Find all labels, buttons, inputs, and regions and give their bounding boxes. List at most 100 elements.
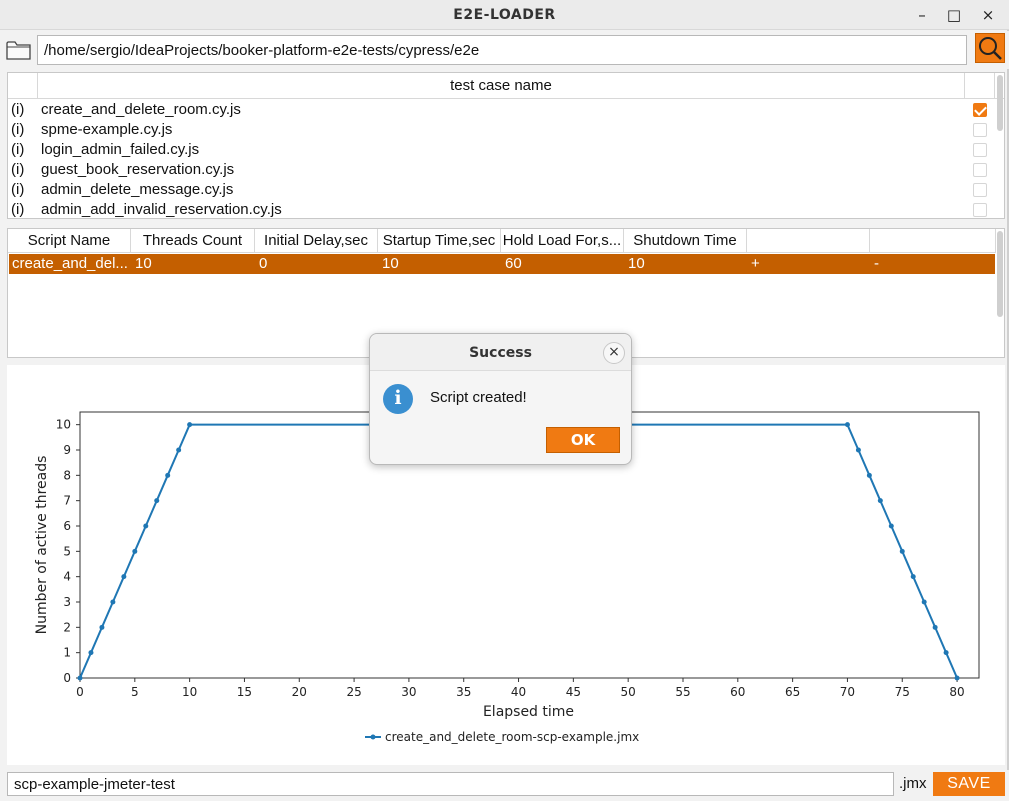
x-tick-label: 5 [131,685,139,699]
list-item[interactable]: (i) admin_delete_message.cy.js [8,180,995,200]
data-point [165,472,171,478]
list-item[interactable]: (i) guest_book_reservation.cy.js [8,160,995,180]
x-tick-label: 80 [949,685,964,699]
extension-label: .jmx [899,775,927,792]
dialog-title: Success [469,345,532,361]
data-point [932,624,938,630]
test-case-checkbox[interactable] [973,143,987,157]
test-case-name: login_admin_failed.cy.js [41,141,200,158]
close-button[interactable]: × [977,4,999,26]
table-row[interactable]: create_and_del... 10 0 10 60 10 + - [9,254,995,274]
y-tick-label: 1 [63,646,71,660]
y-tick-label: 10 [56,418,71,432]
search-button[interactable] [975,33,1005,63]
x-tick-label: 65 [785,685,800,699]
title-bar: E2E-LOADER – □ × [0,0,1009,30]
test-case-checkbox[interactable] [973,183,987,197]
add-column-header[interactable] [747,229,870,253]
shutdown-time-cell: 10 [628,255,645,272]
x-tick-label: 0 [76,685,84,699]
x-tick-label: 50 [621,685,636,699]
test-case-checkbox[interactable] [973,203,987,217]
script-config-header: Script Name Threads Count Initial Delay,se… [8,229,996,253]
y-tick-label: 0 [63,671,71,685]
initial-delay-header[interactable]: Initial Delay,sec [255,229,378,253]
test-case-name: admin_add_invalid_reservation.cy.js [41,201,282,218]
y-axis-label: Number of active threads [34,456,50,635]
list-item[interactable]: (i) spme-example.cy.js [8,120,995,140]
data-point [888,523,894,529]
x-tick-label: 60 [730,685,745,699]
data-point [143,523,149,529]
test-case-name: admin_delete_message.cy.js [41,181,234,198]
y-tick-label: 2 [63,620,71,634]
x-tick-label: 70 [840,685,855,699]
test-cases-table: test case name (i) create_and_delete_room… [7,72,1005,219]
x-tick-label: 25 [346,685,361,699]
tests-scrollbar[interactable] [997,75,1003,131]
legend-label: create_and_delete_room-scp-example.jmx [385,730,639,744]
y-tick-label: 8 [63,468,71,482]
minimize-button[interactable]: – [911,4,933,26]
test-case-checkbox[interactable] [973,123,987,137]
test-case-checkbox[interactable] [973,103,987,117]
info-marker: (i) [11,201,25,218]
legend-marker [370,734,376,740]
y-tick-label: 4 [63,570,71,584]
data-point [132,548,138,554]
info-marker: (i) [11,121,25,138]
data-point [99,624,105,630]
remove-row-button[interactable]: - [874,255,879,272]
dialog-header: Success × [370,334,631,371]
info-marker: (i) [11,161,25,178]
data-point [77,675,83,681]
list-item[interactable]: (i) login_admin_failed.cy.js [8,140,995,160]
test-case-name: spme-example.cy.js [41,121,173,138]
path-input[interactable] [37,35,967,65]
test-name-input[interactable] [7,772,894,796]
x-tick-label: 40 [511,685,526,699]
y-tick-label: 9 [63,443,71,457]
data-point [121,574,127,580]
list-item[interactable]: (i) admin_add_invalid_reservation.cy.js [8,200,995,220]
script-name-header[interactable]: Script Name [8,229,131,253]
scripts-scrollbar[interactable] [997,231,1003,317]
path-bar [0,31,1009,69]
data-point [844,422,850,428]
dialog-close-button[interactable]: × [603,342,625,364]
x-tick-label: 45 [566,685,581,699]
app-window: E2E-LOADER – □ × test case name (i) creat… [0,0,1009,801]
startup-time-header[interactable]: Startup Time,sec [378,229,501,253]
info-icon: i [383,384,413,414]
x-axis-label: Elapsed time [483,704,574,720]
search-icon [979,37,1002,60]
marker-column-header [8,73,38,99]
x-tick-label: 35 [456,685,471,699]
data-point [866,472,872,478]
info-marker: (i) [11,141,25,158]
hold-load-header[interactable]: Hold Load For,s... [501,229,624,253]
data-point [943,650,949,656]
test-case-checkbox[interactable] [973,163,987,177]
list-item[interactable]: (i) create_and_delete_room.cy.js [8,100,995,120]
data-point [176,447,182,453]
x-tick-label: 20 [292,685,307,699]
dialog-message: Script created! [430,389,527,406]
shutdown-time-header[interactable]: Shutdown Time [624,229,747,253]
y-tick-label: 5 [63,544,71,558]
ok-button[interactable]: OK [546,427,620,453]
test-case-name: create_and_delete_room.cy.js [41,101,241,118]
data-point [88,650,94,656]
threads-count-header[interactable]: Threads Count [131,229,255,253]
maximize-button[interactable]: □ [943,4,965,26]
data-point [855,447,861,453]
test-case-name-header[interactable]: test case name [38,73,965,99]
folder-icon[interactable] [6,39,32,61]
data-point [110,599,116,605]
window-title: E2E-LOADER [453,7,556,23]
info-marker: (i) [11,101,25,118]
remove-column-header[interactable] [870,229,996,253]
save-button[interactable]: SAVE [933,772,1005,796]
add-row-button[interactable]: + [751,255,760,272]
info-marker: (i) [11,181,25,198]
